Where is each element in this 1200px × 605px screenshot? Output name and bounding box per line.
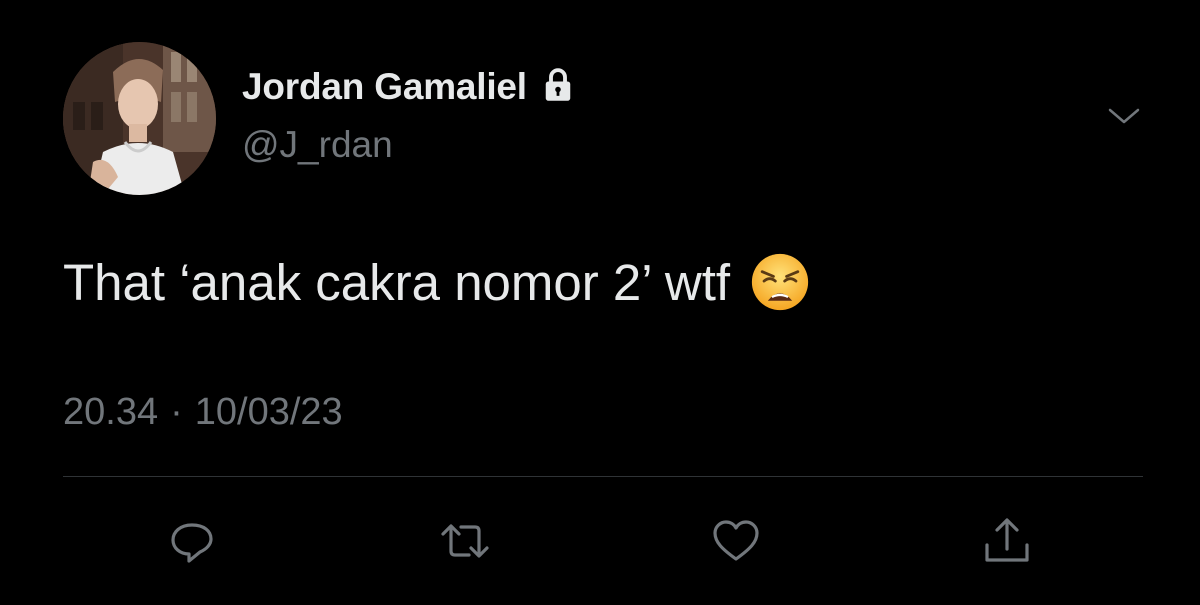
lock-icon (545, 68, 571, 101)
weary-face-emoji (751, 253, 809, 311)
tweet-time: 20.34 (63, 391, 159, 433)
tweet-date: 10/03/23 (194, 391, 343, 433)
meta-separator: · (170, 391, 183, 433)
tweet: Jordan Gamaliel @J_rdan That ‘anak cakra… (0, 0, 1200, 605)
reply-icon (171, 523, 213, 563)
avatar[interactable] (63, 42, 216, 195)
share-icon (985, 518, 1029, 562)
author-handle[interactable]: @J_rdan (242, 124, 393, 166)
author-display-name[interactable]: Jordan Gamaliel (242, 66, 527, 108)
reply-button[interactable] (164, 513, 220, 569)
like-icon (713, 520, 759, 561)
divider (63, 476, 1143, 477)
author-name-row: Jordan Gamaliel (242, 66, 579, 108)
retweet-icon (441, 524, 489, 558)
share-button[interactable] (979, 513, 1035, 569)
avatar-image (63, 42, 216, 195)
like-button[interactable] (708, 513, 764, 569)
tweet-text: That ‘anak cakra nomor 2’ wtf (63, 252, 810, 312)
tweet-timestamp: 20.34 · 10/03/23 (63, 391, 343, 434)
chevron-down-icon[interactable] (1104, 100, 1144, 130)
tweet-text-content: That ‘anak cakra nomor 2’ wtf (63, 253, 731, 311)
retweet-button[interactable] (437, 513, 493, 569)
